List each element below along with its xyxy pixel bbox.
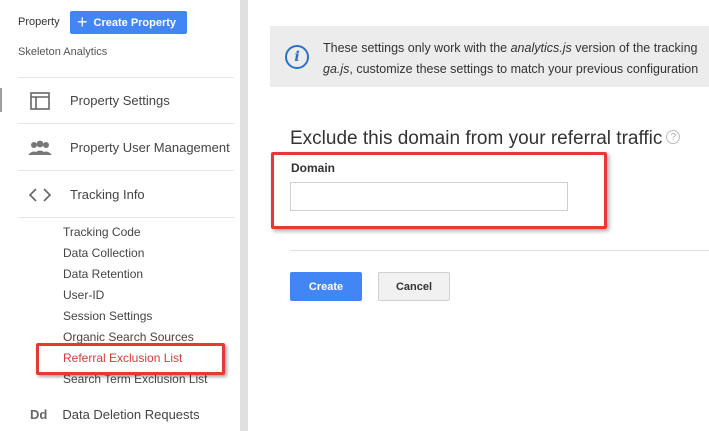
sidebar-subitem-user-id[interactable]: User-ID xyxy=(63,287,208,308)
app-root: Property + Create Property Skeleton Anal… xyxy=(0,0,709,431)
sidebar-item-label: Tracking Info xyxy=(70,187,145,202)
create-property-label: Create Property xyxy=(93,16,177,29)
sidebar-item-property-settings[interactable]: Property Settings xyxy=(18,78,234,124)
create-button[interactable]: Create xyxy=(290,272,362,301)
sidebar: Property + Create Property Skeleton Anal… xyxy=(0,0,240,431)
sidebar-subitem-data-collection[interactable]: Data Collection xyxy=(63,245,208,266)
people-icon xyxy=(26,137,54,159)
divider xyxy=(290,250,709,251)
sidebar-subitem-data-retention[interactable]: Data Retention xyxy=(63,266,208,287)
active-edge-indicator xyxy=(0,88,2,112)
sidebar-item-label: Data Deletion Requests xyxy=(62,406,200,422)
annotation-highlight-box xyxy=(271,152,607,229)
cancel-button[interactable]: Cancel xyxy=(378,272,450,301)
sidebar-item-property-user-management[interactable]: Property User Management xyxy=(18,125,234,171)
sidebar-divider[interactable] xyxy=(240,0,248,431)
info-line-1: These settings only work with the analyt… xyxy=(323,41,698,55)
sidebar-subitem-tracking-code[interactable]: Tracking Code xyxy=(63,224,208,245)
info-line-2: ga.js, customize these settings to match… xyxy=(323,62,699,76)
code-icon xyxy=(26,184,54,206)
help-icon[interactable]: ? xyxy=(666,130,681,145)
sidebar-item-label: Property Settings xyxy=(70,93,170,108)
sidebar-subitem-session-settings[interactable]: Session Settings xyxy=(63,308,208,329)
info-banner-text: These settings only work with the analyt… xyxy=(323,38,709,80)
data-deletion-icon: Dd xyxy=(30,406,48,422)
plus-icon: + xyxy=(77,11,88,32)
window-icon xyxy=(26,90,54,112)
info-icon: i xyxy=(285,45,309,69)
page-title: Exclude this domain from your referral t… xyxy=(290,128,681,150)
create-property-button[interactable]: + Create Property xyxy=(70,11,187,34)
sidebar-item-data-deletion-requests[interactable]: Dd Data Deletion Requests xyxy=(18,398,234,430)
sidebar-item-tracking-info[interactable]: Tracking Info xyxy=(18,172,234,218)
sidebar-item-label: Property User Management xyxy=(70,140,230,155)
annotation-highlight-box xyxy=(36,343,225,375)
property-label: Property xyxy=(18,16,60,28)
account-name: Skeleton Analytics xyxy=(18,46,108,58)
